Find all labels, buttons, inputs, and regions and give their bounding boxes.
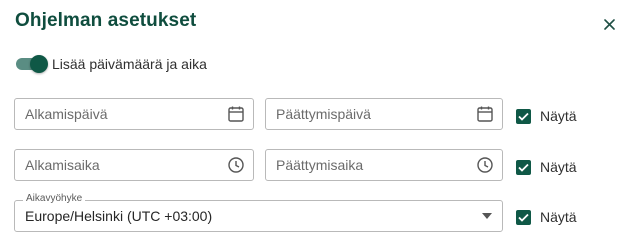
calendar-icon[interactable] [476,105,494,123]
start-time-placeholder: Alkamisaika [25,157,100,173]
show-timezone-label: Näytä [540,209,577,225]
timezone-select[interactable]: Aikavyöhyke Europe/Helsinki (UTC +03:00) [14,193,503,232]
date-time-toggle-row: Lisää päivämäärä ja aika [15,54,207,74]
show-time-label: Näytä [540,159,577,175]
show-date-label: Näytä [540,108,577,124]
show-timezone-checkbox-row[interactable]: Näytä [516,207,577,227]
end-date-field[interactable]: Päättymispäivä [265,98,503,130]
end-date-placeholder: Päättymispäivä [276,106,371,122]
show-date-checkbox[interactable] [516,108,531,124]
start-time-field[interactable]: Alkamisaika [14,149,254,181]
end-time-placeholder: Päättymisaika [276,157,364,173]
calendar-icon[interactable] [227,105,245,123]
dialog-title: Ohjelman asetukset [15,10,197,31]
end-time-field[interactable]: Päättymisaika [265,149,503,181]
add-date-time-toggle[interactable] [15,54,48,74]
close-icon [603,18,615,30]
timezone-value: Europe/Helsinki (UTC +03:00) [25,208,213,224]
clock-icon[interactable] [476,156,494,174]
start-date-field[interactable]: Alkamispäivä [14,98,254,130]
program-settings-dialog: Ohjelman asetukset Lisää päivämäärä ja a… [0,0,633,251]
close-button[interactable] [598,13,620,35]
checkmark-icon [518,112,529,121]
show-date-checkbox-row[interactable]: Näytä [516,106,577,126]
clock-icon[interactable] [227,156,245,174]
show-time-checkbox-row[interactable]: Näytä [516,157,577,177]
toggle-thumb [30,55,48,73]
timezone-label: Aikavyöhyke [23,193,86,204]
caret-down-icon [482,213,492,219]
checkmark-icon [518,213,529,222]
checkmark-icon [518,163,529,172]
add-date-time-label: Lisää päivämäärä ja aika [52,56,207,72]
start-date-placeholder: Alkamispäivä [25,106,108,122]
show-timezone-checkbox[interactable] [516,209,531,225]
show-time-checkbox[interactable] [516,159,531,175]
